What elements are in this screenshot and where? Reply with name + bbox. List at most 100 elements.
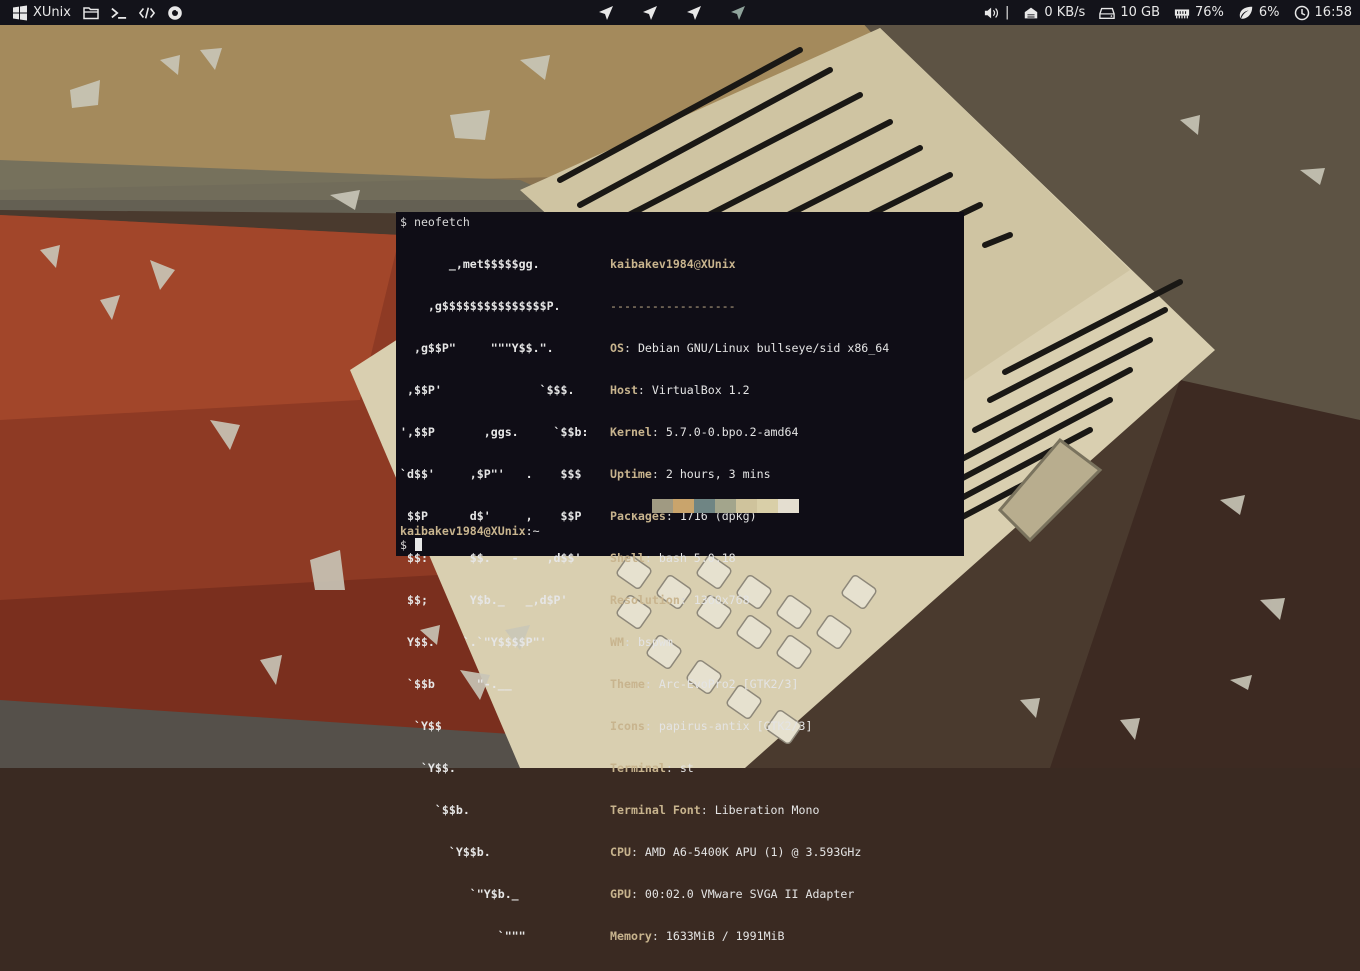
- ascii-line: `Y$$: [400, 719, 442, 733]
- top-panel: XUnix | 0 KB/s 10 GB 76% 6% 16:58: [0, 0, 1360, 25]
- code-icon: [138, 5, 155, 21]
- user-host-line: kaibakev1984@XUnix: [610, 257, 960, 271]
- ascii-line: `""": [400, 929, 526, 943]
- network-speed: 0 KB/s: [1023, 0, 1085, 25]
- ascii-line: ,g$$$$$$$$$$$$$$$P.: [400, 299, 561, 313]
- ascii-line: _,met$$$$$gg.: [400, 257, 540, 271]
- windows-logo-icon: [12, 5, 28, 21]
- palette-swatch: [778, 499, 799, 513]
- info-row-os: OS: Debian GNU/Linux bullseye/sid x86_64: [610, 341, 890, 355]
- palette-swatch: [631, 499, 652, 513]
- info-at: @: [693, 257, 701, 271]
- disk-usage-value: 10 GB: [1120, 5, 1160, 20]
- info-separator: ------------------: [610, 299, 736, 313]
- memory-usage: 76%: [1174, 0, 1224, 25]
- debian-ascii-logo: _,met$$$$$gg. ,g$$$$$$$$$$$$$$$P. ,g$$P"…: [400, 229, 610, 971]
- info-key: GPU: [610, 887, 631, 901]
- info-value: st: [679, 761, 694, 775]
- volume-indicator[interactable]: |: [984, 0, 1009, 25]
- prompt-path: :~: [525, 524, 540, 538]
- info-row-shell: Shell: bash 5.0.18: [610, 551, 736, 565]
- info-key: Theme: [610, 677, 645, 691]
- info-key: Host: [610, 383, 638, 397]
- color-palette: [631, 499, 799, 513]
- info-user: kaibakev1984: [610, 257, 694, 271]
- network-speed-value: 0 KB/s: [1044, 5, 1086, 20]
- palette-swatch: [673, 499, 694, 513]
- start-menu-label: XUnix: [33, 5, 71, 20]
- info-value: bash 5.0.18: [658, 551, 736, 565]
- ascii-line: $$: $$. - ,d$$': [400, 551, 582, 565]
- info-value: 00:02.0 VMware SVGA II Adapter: [644, 887, 855, 901]
- file-manager-launcher[interactable]: [77, 0, 105, 25]
- network-icon: [1023, 5, 1039, 21]
- info-key: Kernel: [610, 425, 652, 439]
- info-key: Terminal: [610, 761, 666, 775]
- ascii-line: `Y$$.: [400, 761, 456, 775]
- palette-swatch: [694, 499, 715, 513]
- palette-swatch: [736, 499, 757, 513]
- terminal-launcher[interactable]: [105, 0, 133, 25]
- memory-chip-icon: [1174, 5, 1190, 21]
- ascii-line: ,g$$P" """Y$$.".: [400, 341, 554, 355]
- prompt-user-host: kaibakev1984@XUnix: [400, 524, 526, 538]
- info-row-wm: WM: bspwm: [610, 635, 673, 649]
- ascii-line: `Y$$b.: [400, 845, 491, 859]
- disk-usage: 10 GB: [1099, 0, 1160, 25]
- code-editor-launcher[interactable]: [133, 0, 161, 25]
- clock-time: 16:58: [1314, 5, 1352, 20]
- info-key: WM: [610, 635, 624, 649]
- ascii-line: `$$b "-.__: [400, 677, 512, 691]
- info-row-memory: Memory: 1633MiB / 1991MiB: [610, 929, 785, 943]
- shell-input-line[interactable]: $: [400, 538, 422, 552]
- workspace-3-send-icon[interactable]: [686, 5, 702, 21]
- system-launcher[interactable]: [161, 0, 189, 25]
- leaf-icon: [1238, 5, 1254, 21]
- info-value: Arc-EvoPro2 [GTK2/3]: [658, 677, 799, 691]
- cpu-usage-value: 6%: [1258, 5, 1280, 20]
- info-value: papirus-antix [GTK2/3]: [658, 719, 813, 733]
- ascii-line: Y$$. `.`"Y$$$$P"': [400, 635, 547, 649]
- info-key: Icons: [610, 719, 645, 733]
- info-row-uptime: Uptime: 2 hours, 3 mins: [610, 467, 771, 481]
- volume-separator: |: [1004, 5, 1010, 20]
- start-menu-button[interactable]: XUnix: [6, 0, 77, 25]
- info-key: Uptime: [610, 467, 652, 481]
- workspace-1-send-icon[interactable]: [598, 5, 614, 21]
- cpu-usage: 6%: [1238, 0, 1280, 25]
- info-value: 2 hours, 3 mins: [665, 467, 771, 481]
- workspace-2-send-icon[interactable]: [642, 5, 658, 21]
- system-info: kaibakev1984@XUnix ------------------ OS…: [610, 229, 960, 971]
- info-row-cpu: CPU: AMD A6-5400K APU (1) @ 3.593GHz: [610, 845, 862, 859]
- info-key: Shell: [610, 551, 645, 565]
- palette-swatch: [757, 499, 778, 513]
- ascii-line: $$; Y$b._ _,d$P': [400, 593, 568, 607]
- clock[interactable]: 16:58: [1294, 0, 1352, 25]
- ascii-line: $$P d$' , $$P: [400, 509, 582, 523]
- shell-prompt-line: kaibakev1984@XUnix:~: [400, 524, 540, 538]
- panel-right: | 0 KB/s 10 GB 76% 6% 16:58: [984, 0, 1352, 25]
- ascii-line: ,$$P' `$$$.: [400, 383, 575, 397]
- info-key: Resolution: [610, 593, 680, 607]
- folder-icon: [83, 5, 99, 21]
- workspace-4-send-icon[interactable]: [730, 5, 746, 21]
- info-host: XUnix: [700, 257, 736, 271]
- info-key: OS: [610, 341, 624, 355]
- command-line: $ neofetch: [400, 215, 964, 229]
- info-value: 1633MiB / 1991MiB: [665, 929, 785, 943]
- info-value: Liberation Mono: [714, 803, 820, 817]
- info-row-theme: Theme: Arc-EvoPro2 [GTK2/3]: [610, 677, 799, 691]
- prompt-symbol: $: [400, 538, 407, 552]
- info-value: Debian GNU/Linux bullseye/sid x86_64: [637, 341, 890, 355]
- info-row-kernel: Kernel: 5.7.0-0.bpo.2-amd64: [610, 425, 799, 439]
- info-row-icons: Icons: papirus-antix [GTK2/3]: [610, 719, 813, 733]
- terminal-window[interactable]: $ neofetch _,met$$$$$gg. ,g$$$$$$$$$$$$$…: [396, 212, 964, 943]
- ubuntu-icon: [167, 5, 183, 21]
- clock-icon: [1294, 5, 1310, 21]
- info-value: 1360x768: [693, 593, 750, 607]
- panel-left: XUnix: [6, 0, 189, 25]
- ascii-line: `"Y$b._: [400, 887, 519, 901]
- info-value: bspwm: [637, 635, 673, 649]
- terminal-icon: [111, 5, 127, 21]
- command-prompt-symbol: $: [400, 215, 407, 229]
